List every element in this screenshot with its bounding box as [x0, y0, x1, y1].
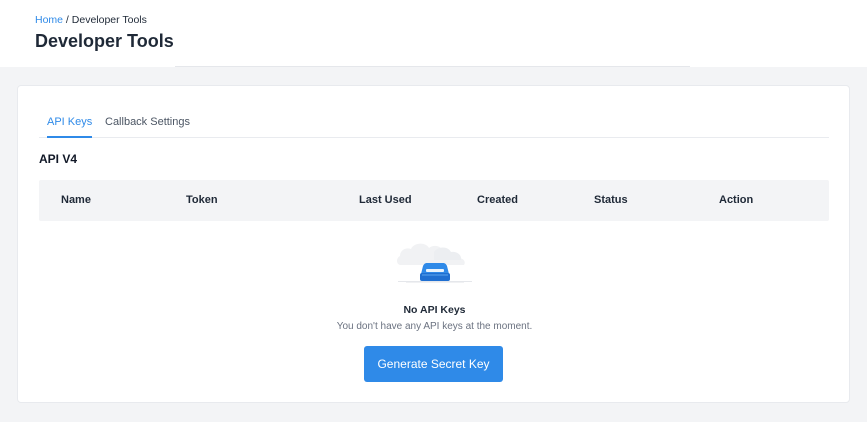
tab-api-keys[interactable]: API Keys: [47, 116, 93, 138]
tab-bar: API Keys Callback Settings: [39, 110, 829, 138]
empty-state-message: You don't have any API keys at the momen…: [336, 321, 533, 332]
breadcrumb-current: Developer Tools: [71, 14, 147, 26]
column-header-status: Status: [594, 194, 628, 206]
column-header-action: Action: [719, 194, 754, 206]
section-title: API V4: [39, 152, 78, 166]
generate-secret-key-button[interactable]: Generate Secret Key: [364, 346, 503, 382]
breadcrumb-separator: /: [63, 14, 72, 26]
header-divider: [175, 66, 690, 67]
page-header: Home / Developer Tools Developer Tools: [0, 0, 867, 67]
api-keys-card: API Keys Callback Settings API V4 Name T…: [17, 85, 850, 403]
page-title: Developer Tools: [35, 31, 174, 51]
column-header-name: Name: [61, 194, 91, 206]
empty-state-title: No API Keys: [403, 304, 466, 316]
tab-callback-settings[interactable]: Callback Settings: [105, 116, 190, 136]
breadcrumb-home-link[interactable]: Home: [35, 14, 63, 26]
empty-box-icon: [386, 234, 484, 294]
column-header-created: Created: [477, 194, 518, 206]
breadcrumb: Home / Developer Tools: [35, 14, 147, 26]
column-header-last-used: Last Used: [359, 194, 412, 206]
table-header: Name Token Last Used Created Status Acti…: [39, 180, 829, 221]
column-header-token: Token: [186, 194, 218, 206]
